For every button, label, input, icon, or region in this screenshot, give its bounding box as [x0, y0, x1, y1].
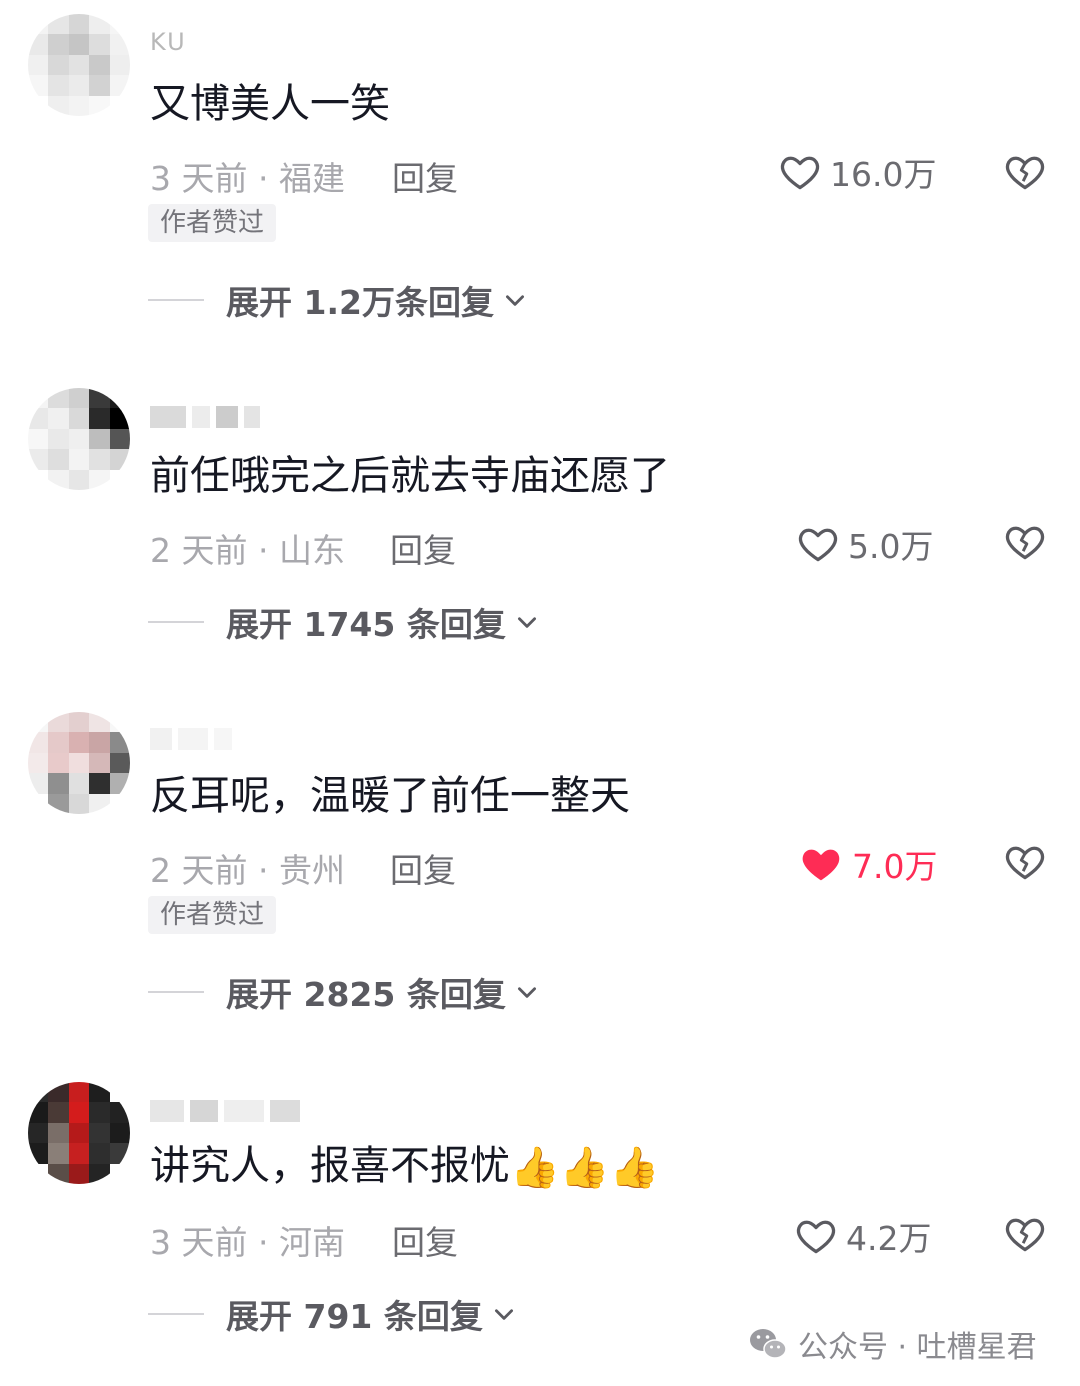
comment-text: 讲究人，报喜不报忧👍👍👍 [150, 1142, 659, 1192]
like-button[interactable]: 5.0万 [796, 520, 933, 568]
avatar[interactable] [28, 388, 130, 490]
divider [148, 1313, 204, 1315]
heart-filled-icon [802, 849, 840, 881]
wechat-icon [750, 1329, 787, 1359]
reply-button[interactable]: 回复 [392, 1216, 458, 1264]
username-redacted[interactable] [150, 402, 260, 432]
avatar[interactable] [28, 14, 130, 116]
expand-replies-label: 展开 2825 条回复 [226, 975, 506, 1014]
like-count: 4.2万 [846, 1219, 932, 1258]
comment-text: 前任哦完之后就去寺庙还愿了 [150, 453, 670, 499]
comment-text: 又博美人一笑 [150, 81, 390, 127]
comment-meta: 2 天前 · 山东 [150, 531, 345, 570]
comment-meta: 3 天前 · 福建 [150, 159, 345, 198]
expand-replies-label: 展开 1.2万条回复 [226, 283, 494, 322]
broken-heart-icon[interactable] [1003, 840, 1047, 884]
avatar[interactable] [28, 712, 130, 814]
reply-button[interactable]: 回复 [390, 524, 456, 572]
divider [148, 621, 204, 623]
chevron-down-icon [517, 617, 536, 628]
username-redacted[interactable] [150, 724, 232, 754]
chevron-down-icon [505, 295, 524, 306]
reply-button[interactable]: 回复 [390, 844, 456, 892]
broken-heart-icon[interactable] [1003, 1212, 1047, 1256]
broken-heart-icon[interactable] [1003, 150, 1047, 194]
like-button[interactable]: 7.0万 [798, 840, 937, 888]
watermark-text: 公众号 · 吐槽星君 [798, 1330, 1037, 1365]
expand-replies-button[interactable]: 展开 2825 条回复 [148, 968, 540, 1016]
like-count: 5.0万 [848, 527, 934, 566]
broken-heart-icon[interactable] [1003, 520, 1047, 564]
avatar[interactable] [28, 1082, 130, 1184]
heart-outline-icon [780, 156, 820, 190]
comment-meta: 3 天前 · 河南 [150, 1223, 345, 1262]
username[interactable]: KU [150, 28, 187, 56]
thumbs-up-icon: 👍 [609, 1145, 660, 1191]
heart-outline-icon [798, 528, 838, 562]
like-button[interactable]: 16.0万 [778, 148, 936, 196]
divider [148, 299, 204, 301]
expand-replies-button[interactable]: 展开 1745 条回复 [148, 598, 540, 646]
like-count: 7.0万 [852, 847, 938, 886]
thumbs-up-icon: 👍 [510, 1145, 560, 1191]
expand-replies-button[interactable]: 展开 791 条回复 [148, 1290, 517, 1338]
comment-text-body: 讲究人，报喜不报忧 [150, 1143, 510, 1189]
like-count: 16.0万 [830, 155, 937, 194]
divider [148, 991, 204, 993]
thumbs-up-icon: 👍 [559, 1145, 610, 1191]
expand-replies-label: 展开 1745 条回复 [226, 605, 506, 644]
comment-meta: 2 天前 · 贵州 [150, 851, 345, 890]
comment-text: 反耳呢，温暖了前任一整天 [150, 773, 630, 819]
chevron-down-icon [517, 987, 536, 998]
like-button[interactable]: 4.2万 [794, 1212, 931, 1260]
expand-replies-button[interactable]: 展开 1.2万条回复 [148, 276, 528, 324]
author-liked-badge: 作者赞过 [148, 204, 277, 242]
expand-replies-label: 展开 791 条回复 [226, 1297, 483, 1336]
reply-button[interactable]: 回复 [392, 152, 458, 200]
chevron-down-icon [494, 1309, 513, 1320]
username-redacted[interactable] [150, 1096, 300, 1126]
watermark: 公众号 · 吐槽星君 [748, 1322, 1037, 1366]
author-liked-badge: 作者赞过 [148, 896, 277, 934]
heart-outline-icon [796, 1220, 836, 1254]
